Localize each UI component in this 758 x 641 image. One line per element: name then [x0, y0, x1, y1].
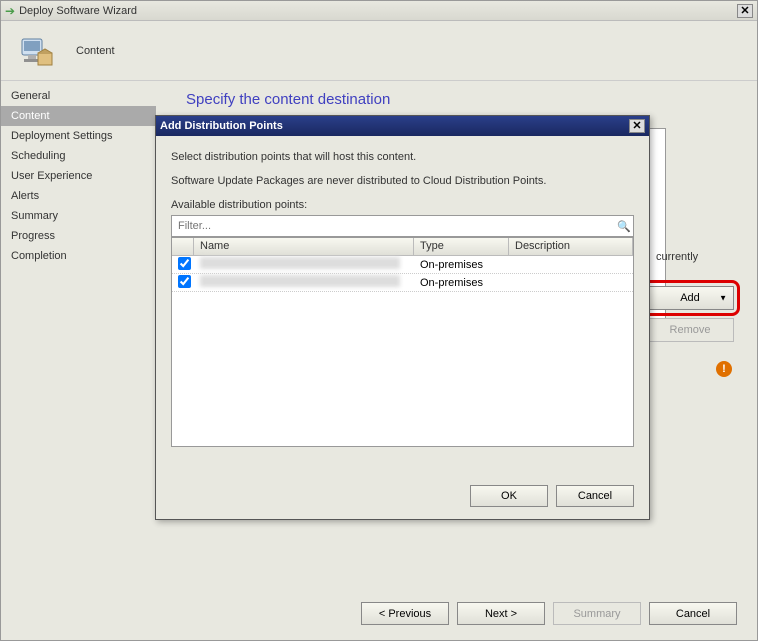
next-button[interactable]: Next >	[457, 602, 545, 625]
cancel-button[interactable]: Cancel	[649, 602, 737, 625]
add-button-group: Add ▼ Remove	[646, 286, 757, 342]
wizard-title: Deploy Software Wizard	[19, 5, 737, 17]
row-checkbox[interactable]	[178, 257, 191, 270]
row-name	[194, 257, 414, 272]
dialog-note: Software Update Packages are never distr…	[171, 175, 634, 187]
dialog-cancel-button[interactable]: Cancel	[556, 485, 634, 507]
col-header-description[interactable]: Description	[509, 238, 633, 255]
grid-row[interactable]: On-premises	[172, 274, 633, 292]
grid-header: Name Type Description	[172, 238, 633, 256]
wizard-sidebar: General Content Deployment Settings Sche…	[1, 81, 156, 561]
section-heading: Specify the content destination	[186, 91, 727, 108]
content-icon	[16, 31, 56, 71]
remove-button: Remove	[646, 318, 734, 342]
wizard-titlebar: ➔ Deploy Software Wizard ✕	[1, 1, 757, 21]
wizard-footer: < Previous Next > Summary Cancel	[361, 602, 737, 625]
available-label: Available distribution points:	[171, 199, 634, 211]
sidebar-item-deployment-settings[interactable]: Deployment Settings	[1, 126, 156, 146]
previous-button[interactable]: < Previous	[361, 602, 449, 625]
sidebar-item-general[interactable]: General	[1, 86, 156, 106]
add-button-label: Add	[680, 292, 700, 304]
summary-button: Summary	[553, 602, 641, 625]
add-button[interactable]: Add ▼	[646, 286, 734, 310]
filter-box: 🔍	[171, 215, 634, 237]
wizard-header: Content	[1, 21, 757, 81]
dialog-close-button[interactable]: ✕	[629, 119, 645, 133]
sidebar-item-scheduling[interactable]: Scheduling	[1, 146, 156, 166]
add-distribution-points-dialog: Add Distribution Points ✕ Select distrib…	[155, 115, 650, 520]
col-header-type[interactable]: Type	[414, 238, 509, 255]
dialog-instruction: Select distribution points that will hos…	[171, 151, 634, 163]
sidebar-item-user-experience[interactable]: User Experience	[1, 166, 156, 186]
row-name	[194, 275, 414, 290]
row-checkbox[interactable]	[178, 275, 191, 288]
sidebar-item-progress[interactable]: Progress	[1, 226, 156, 246]
dialog-titlebar: Add Distribution Points ✕	[156, 116, 649, 136]
sidebar-item-alerts[interactable]: Alerts	[1, 186, 156, 206]
wizard-close-button[interactable]: ✕	[737, 4, 753, 18]
dialog-body: Select distribution points that will hos…	[156, 136, 649, 462]
dialog-footer: OK Cancel	[470, 485, 634, 507]
dialog-title: Add Distribution Points	[160, 120, 629, 132]
wizard-arrow-icon: ➔	[5, 4, 15, 18]
distribution-points-grid: Name Type Description On-premises On-pre…	[171, 237, 634, 447]
grid-row[interactable]: On-premises	[172, 256, 633, 274]
search-icon[interactable]: 🔍	[615, 220, 633, 233]
sidebar-item-summary[interactable]: Summary	[1, 206, 156, 226]
filter-input[interactable]	[172, 218, 615, 234]
col-header-name[interactable]: Name	[194, 238, 414, 255]
dropdown-arrow-icon: ▼	[719, 294, 727, 303]
col-header-check[interactable]	[172, 238, 194, 255]
sidebar-item-completion[interactable]: Completion	[1, 246, 156, 266]
dialog-ok-button[interactable]: OK	[470, 485, 548, 507]
row-type: On-premises	[414, 277, 509, 289]
row-type: On-premises	[414, 259, 509, 271]
sidebar-item-content[interactable]: Content	[1, 106, 156, 126]
currently-label: currently	[656, 251, 698, 263]
warning-icon: !	[716, 361, 732, 377]
wizard-step-title: Content	[76, 45, 115, 57]
